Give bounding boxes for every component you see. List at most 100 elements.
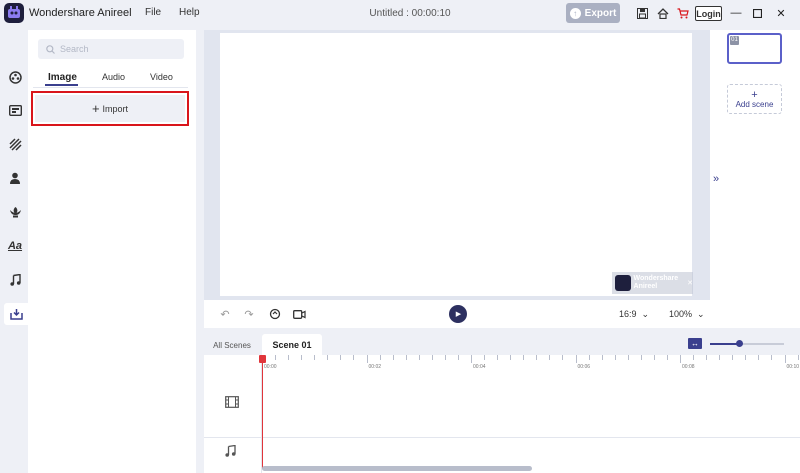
rail-item-props[interactable]	[4, 201, 26, 223]
add-scene-label: Add scene	[735, 99, 774, 109]
tab-image[interactable]: Image	[48, 72, 77, 83]
cart-icon[interactable]	[676, 6, 690, 20]
chevron-down-icon: ⌄	[641, 309, 650, 319]
ruler-tick	[536, 355, 538, 360]
ruler-label: 00:10	[786, 364, 800, 370]
home-icon[interactable]	[656, 6, 670, 20]
canvas-stage[interactable]	[220, 33, 692, 296]
scenes-panel	[720, 30, 800, 328]
play-button[interactable]: ▶	[449, 305, 467, 323]
export-label: Export	[584, 7, 617, 19]
ruler-tick	[601, 355, 603, 360]
ruler-label: 00:06	[577, 364, 591, 370]
timeline-scrollbar[interactable]	[262, 466, 532, 471]
video-track-icon	[225, 396, 239, 411]
export-icon: ↑	[569, 7, 581, 19]
character-icon	[8, 70, 22, 84]
fit-timeline-icon[interactable]: ↔	[688, 338, 702, 349]
playhead-handle[interactable]	[259, 355, 266, 363]
scene-number-badge: 01	[730, 36, 739, 45]
menu-help[interactable]: Help	[179, 7, 200, 18]
save-icon[interactable]	[635, 6, 649, 20]
redo-icon[interactable]: ↷	[242, 307, 256, 321]
plus-icon: +	[91, 100, 100, 116]
tab-audio[interactable]: Audio	[102, 72, 125, 82]
ruler-tick	[523, 355, 525, 360]
app-logo-icon	[4, 3, 24, 23]
rail-item-import[interactable]	[4, 303, 28, 325]
ruler-tick	[562, 355, 564, 360]
playhead[interactable]	[262, 355, 263, 469]
ruler-tick	[314, 355, 316, 360]
tab-video[interactable]: Video	[150, 72, 173, 82]
import-icon	[9, 309, 23, 320]
plus-icon: +	[751, 88, 758, 101]
zoom-value: 100%	[669, 309, 693, 319]
background-icon	[8, 137, 22, 151]
watermark-close-icon[interactable]: ✕	[687, 279, 693, 287]
rail-item-character[interactable]	[4, 66, 26, 88]
rail-item-person[interactable]	[4, 167, 26, 189]
music-icon	[9, 274, 21, 286]
app-name: Wondershare Anireel	[29, 7, 132, 19]
ruler-tick	[510, 355, 512, 360]
ruler-tick	[431, 355, 433, 360]
ruler-tick	[706, 355, 708, 360]
active-tab-indicator	[45, 84, 78, 86]
ruler-tick	[614, 355, 616, 360]
ruler-tick	[392, 355, 394, 360]
loop-icon[interactable]	[268, 307, 282, 321]
minimize-icon[interactable]: —	[728, 5, 744, 21]
ruler-tick	[340, 355, 342, 360]
person-icon	[10, 172, 20, 184]
rail-item-text[interactable]: Aa	[4, 235, 26, 257]
ruler-label: 00:04	[473, 364, 486, 370]
maximize-icon[interactable]	[749, 5, 765, 21]
audio-track-icon	[225, 444, 236, 460]
timeline-zoom-handle[interactable]	[736, 340, 743, 347]
aspect-ratio-value: 16:9	[619, 309, 637, 319]
timeline-ruler[interactable]: 00:00 00:02 00:04 00:06 00:08 00:10	[262, 355, 800, 373]
login-button[interactable]: Login	[695, 6, 722, 21]
ruler-tick	[680, 355, 681, 363]
import-button[interactable]: + Import	[35, 95, 185, 122]
camera-icon[interactable]	[292, 307, 306, 321]
ruler-tick	[719, 355, 721, 360]
rail-item-audio[interactable]	[4, 269, 26, 291]
ruler-tick	[288, 355, 290, 360]
rail-item-media[interactable]	[4, 99, 26, 121]
document-title: Untitled : 00:00:10	[369, 8, 451, 19]
export-button[interactable]: ↑ Export	[566, 3, 620, 23]
ruler-tick	[327, 355, 329, 360]
aspect-ratio-select[interactable]: 16:9 ⌄	[619, 309, 649, 320]
add-scene-button[interactable]: + Add scene	[727, 84, 782, 114]
ruler-tick	[588, 355, 590, 360]
watermark-logo-icon	[615, 275, 631, 291]
ruler-tick	[471, 355, 472, 363]
ruler-tick	[575, 355, 577, 363]
ruler-tick	[379, 355, 381, 360]
rail-item-background[interactable]	[4, 133, 26, 155]
ruler-tick	[666, 355, 668, 360]
ruler-tick	[784, 355, 786, 363]
timeline-zoom-fill	[710, 343, 738, 345]
ruler-tick	[444, 355, 446, 360]
tab-all-scenes[interactable]: All Scenes	[206, 335, 258, 355]
ruler-label: 00:02	[368, 364, 382, 370]
watermark: Wondershare Anireel ✕	[612, 272, 693, 294]
menu-file[interactable]: File	[145, 7, 161, 18]
tab-scene-01[interactable]: Scene 01	[262, 334, 322, 355]
close-icon[interactable]: ✕	[773, 5, 789, 21]
ruler-tick	[405, 355, 407, 360]
chevron-down-icon: ⌄	[697, 309, 705, 319]
watermark-line1: Wondershare	[633, 275, 679, 282]
track-divider	[204, 437, 800, 438]
ruler-tick	[693, 355, 695, 360]
search-placeholder: Search	[60, 44, 89, 54]
ruler-label: 00:08	[682, 364, 695, 370]
search-input[interactable]: Search	[38, 39, 184, 59]
ruler-tick	[549, 355, 551, 360]
undo-icon[interactable]: ↶	[218, 307, 232, 321]
zoom-select[interactable]: 100% ⌄	[669, 309, 705, 320]
search-icon	[46, 44, 55, 54]
